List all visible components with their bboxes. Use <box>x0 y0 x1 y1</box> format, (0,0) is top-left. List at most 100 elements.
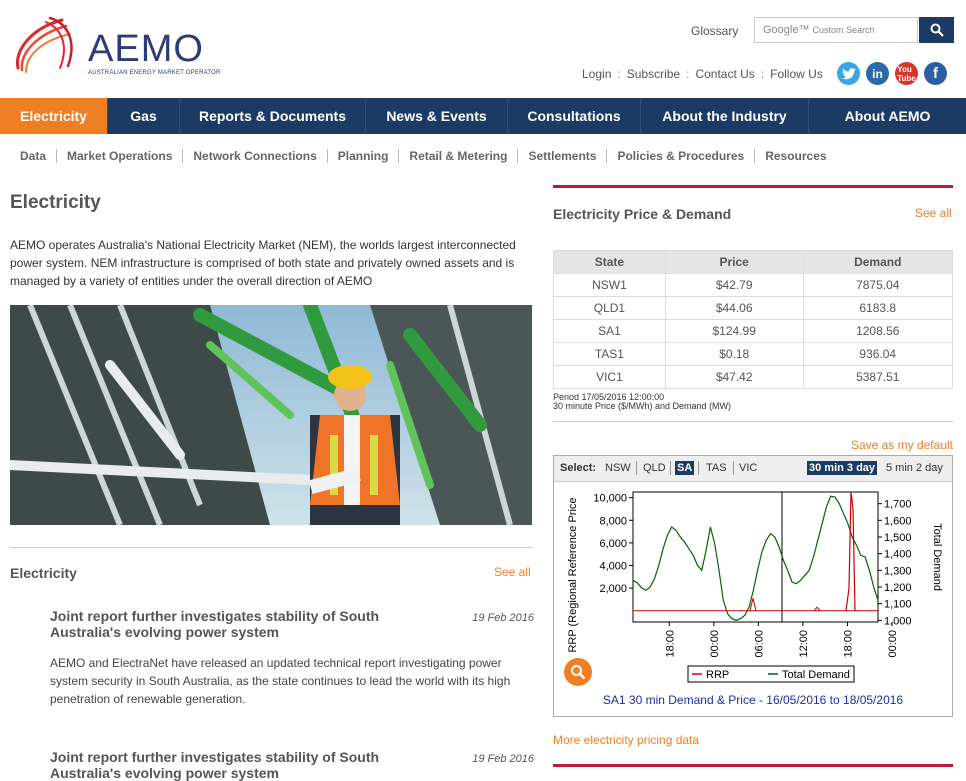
news-title-link[interactable]: Joint report further investigates stabil… <box>50 608 440 640</box>
youtube-icon[interactable]: You Tube <box>895 62 918 85</box>
page-title: Electricity <box>10 192 101 213</box>
separator: : <box>686 67 690 81</box>
y-left-tick-label: 2,000 <box>599 583 627 595</box>
news-see-all-link[interactable]: See all <box>494 565 531 579</box>
subnav-settlements[interactable]: Settlements <box>518 149 608 163</box>
price-cell: $44.06 <box>664 296 804 320</box>
search-field[interactable]: Google™ Custom Search <box>754 17 918 43</box>
news-section-title: Electricity <box>10 565 77 581</box>
subnav-retail-metering[interactable]: Retail & Metering <box>399 149 519 163</box>
more-pricing-data-link[interactable]: More electricity pricing data <box>553 733 699 747</box>
main-nav: Electricity Gas Reports & Documents News… <box>0 98 966 134</box>
search-button[interactable] <box>919 17 954 43</box>
search-brand: Google™ Custom Search <box>763 24 875 36</box>
nav-about-industry[interactable]: About the Industry <box>641 98 809 134</box>
nav-reports-documents[interactable]: Reports & Documents <box>180 98 366 134</box>
table-row: QLD1 $44.06 6183.8 <box>553 296 954 320</box>
subscribe-link[interactable]: Subscribe <box>627 67 680 81</box>
twitter-icon[interactable] <box>837 62 860 85</box>
aemo-swoosh-icon <box>15 16 73 73</box>
subnav-data[interactable]: Data <box>10 149 58 163</box>
demand-cell: 1208.56 <box>802 319 954 343</box>
x-tick-label: 06:00 <box>753 630 765 658</box>
region-vic[interactable]: VIC <box>737 461 759 475</box>
x-tick-label: 00:00 <box>709 630 721 658</box>
range-5min-2day[interactable]: 5 min 2 day <box>884 461 945 475</box>
region-sa[interactable]: SA <box>675 461 695 475</box>
y-right-tick-label: 1,300 <box>884 565 912 577</box>
separator <box>670 461 671 475</box>
top-links: Login : Subscribe : Contact Us : Follow … <box>582 67 823 81</box>
logo-subtitle: AUSTRALIAN ENERGY MARKET OPERATOR <box>88 70 221 76</box>
news-title-link[interactable]: Joint report further investigates stabil… <box>50 749 440 781</box>
region-nsw[interactable]: NSW <box>603 461 633 475</box>
news-date: 19 Feb 2016 <box>472 612 534 624</box>
table-row: VIC1 $47.42 5387.51 <box>553 365 954 389</box>
column-header: Price <box>664 250 804 274</box>
youtube-glyph: You Tube <box>897 64 916 83</box>
glossary-link[interactable]: Glossary <box>691 24 738 38</box>
separator: : <box>617 67 621 81</box>
nav-consultations[interactable]: Consultations <box>508 98 641 134</box>
column-header: Demand <box>802 250 954 274</box>
x-tick-label: 00:00 <box>887 630 899 658</box>
search-brand-label: Google™ <box>763 24 810 36</box>
y-right-tick-label: 1,000 <box>884 615 912 627</box>
period-info: Period 17/05/2016 12:00:00 30 minute Pri… <box>553 393 731 411</box>
x-tick-label: 18:00 <box>664 630 676 658</box>
subnav-planning[interactable]: Planning <box>328 149 400 163</box>
state-cell: SA1 <box>553 319 666 343</box>
price-cell: $0.18 <box>664 342 804 366</box>
price-cell: $124.99 <box>664 319 804 343</box>
y-left-tick-label: 10,000 <box>593 493 627 505</box>
search-icon <box>930 23 944 37</box>
y-left-tick-label: 8,000 <box>599 515 627 527</box>
intro-paragraph: AEMO operates Australia's National Elect… <box>10 238 516 288</box>
nav-gas[interactable]: Gas <box>108 98 180 134</box>
column-header: State <box>553 250 666 274</box>
state-cell: QLD1 <box>553 296 666 320</box>
table-row: TAS1 $0.18 936.04 <box>553 342 954 366</box>
logo-wordmark: AEMO <box>88 28 204 70</box>
worker-industrial-image <box>10 305 532 525</box>
contact-us-link[interactable]: Contact Us <box>695 67 754 81</box>
save-default-link[interactable]: Save as my default <box>851 438 953 452</box>
subnav-resources[interactable]: Resources <box>755 149 836 163</box>
region-qld[interactable]: QLD <box>641 461 668 475</box>
y-right-tick-label: 1,500 <box>884 532 912 544</box>
news-body: AEMO and ElectraNet have released an upd… <box>50 656 511 706</box>
separator <box>698 461 699 475</box>
subnav-network-connections[interactable]: Network Connections <box>183 149 328 163</box>
y-left-axis-title: RRP (Regional Reference Price <box>567 497 579 652</box>
linkedin-icon[interactable]: in <box>866 62 889 85</box>
price-cell: $47.42 <box>664 365 804 389</box>
linkedin-glyph: in <box>872 66 883 81</box>
range-30min-3day[interactable]: 30 min 3 day <box>807 461 878 475</box>
login-link[interactable]: Login <box>582 67 611 81</box>
subnav-policies-procedures[interactable]: Policies & Procedures <box>607 149 756 163</box>
y-right-tick-label: 1,200 <box>884 582 912 594</box>
nav-electricity[interactable]: Electricity <box>0 98 108 134</box>
demand-cell: 936.04 <box>802 342 954 366</box>
magnifier-icon <box>571 665 586 680</box>
facebook-icon[interactable]: f <box>924 62 947 85</box>
section-accent-bar <box>553 185 953 188</box>
demand-cell: 5387.51 <box>802 365 954 389</box>
divider <box>553 421 953 422</box>
aemo-logo[interactable]: AEMO AUSTRALIAN ENERGY MARKET OPERATOR <box>10 14 220 78</box>
price-demand-table: State Price Demand NSW1 $42.79 7875.04 Q… <box>553 250 954 389</box>
period-note: 30 minute Price ($/MWh) and Demand (MW) <box>553 401 732 411</box>
nav-about-aemo[interactable]: About AEMO <box>809 98 966 134</box>
price-cell: $42.79 <box>664 273 804 297</box>
divider <box>10 547 532 548</box>
table-row: NSW1 $42.79 7875.04 <box>553 273 954 297</box>
zoom-button[interactable] <box>564 658 592 686</box>
y-right-tick-label: 1,400 <box>884 549 912 561</box>
subnav-market-operations[interactable]: Market Operations <box>57 149 184 163</box>
sub-nav: Data Market Operations Network Connectio… <box>10 149 837 163</box>
region-tas[interactable]: TAS <box>704 461 729 475</box>
nav-news-events[interactable]: News & Events <box>366 98 508 134</box>
y-right-tick-label: 1,600 <box>884 515 912 527</box>
price-see-all-link[interactable]: See all <box>915 206 952 220</box>
price-demand-title: Electricity Price & Demand <box>553 206 732 222</box>
